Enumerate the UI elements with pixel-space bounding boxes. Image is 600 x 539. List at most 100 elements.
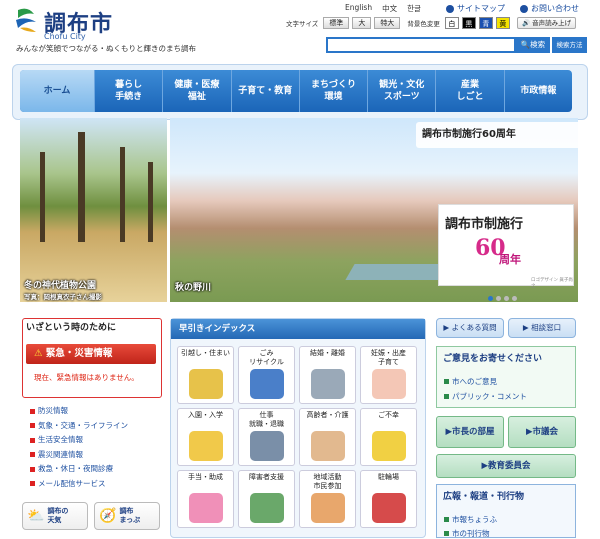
anniversary-title: 調布市制施行 [445,217,524,232]
search-input[interactable] [326,37,516,53]
community-activity-icon [310,493,345,523]
employment-icon [249,431,284,461]
link-earthquake[interactable]: 震災関連情報 [30,448,128,463]
anniversary-banner: 調布市制施行60周年 [416,122,578,148]
contact-icon [520,4,528,13]
garbage-recycling-icon [249,369,284,399]
link-city-newsletter[interactable]: 市報ちょうふ [444,514,497,525]
index-pregnancy-childcare[interactable]: 妊娠・出産 子育て [360,346,417,404]
anniversary-logo[interactable]: 調布市制施行 60 周年 ロゴデザイン 眞子尚之 [438,204,574,289]
chevron-icon: ▶ [443,323,450,332]
link-weather-traffic[interactable]: 気象・交通・ライフライン [30,419,128,434]
lang-chinese[interactable]: 中文 [382,3,397,14]
index-moving-housing[interactable]: 引越し・住まい [177,346,234,404]
index-elderly-care[interactable]: 高齢者・介護 [299,408,356,466]
font-size-standard[interactable]: 標準 [323,17,350,29]
bg-blue-button[interactable]: 青 [478,17,493,29]
link-opinion[interactable]: 市へのご意見 [444,376,497,387]
sitemap-link[interactable]: サイトマップ [446,3,505,14]
city-map-button[interactable]: 🧭 調布 まっぷ [94,502,160,530]
slide-dot[interactable] [512,296,517,301]
bg-black-button[interactable]: 黒 [461,17,476,29]
font-size-label: 文字サイズ [286,20,319,28]
nav-life[interactable]: 暮らし 手続き [94,70,162,112]
lang-english[interactable]: English [345,3,372,14]
index-school-entry[interactable]: 入園・入学 [177,408,234,466]
index-label: 高齢者・介護 [306,411,349,419]
index-label: 妊娠・出産 子育て [371,349,406,366]
index-label: 仕事 就職・退職 [249,411,284,428]
bg-yellow-button[interactable]: 黄 [495,17,510,29]
consultation-button[interactable]: ▶ 相談窓口 [508,318,576,338]
disability-support-icon [249,493,284,523]
index-disability-support[interactable]: 障害者支援 [238,470,295,528]
index-employment[interactable]: 仕事 就職・退職 [238,408,295,466]
education-board-button[interactable]: ▶教育委員会 [436,454,576,478]
site-subtitle: Chofu City [44,32,86,41]
photo-credit-1: 写真：岡根真衣子さん撮影 [24,293,102,301]
slide-dots [488,296,517,301]
school-entry-icon [188,431,223,461]
font-size-large[interactable]: 大 [352,17,372,29]
assembly-button[interactable]: ▶市議会 [508,416,576,448]
link-public-comment[interactable]: パブリック・コメント [444,391,527,402]
faq-button[interactable]: ▶ よくある質問 [436,318,504,338]
index-garbage-recycling[interactable]: ごみ リサイクル [238,346,295,404]
language-links: English 中文 한글 [345,3,421,14]
index-label: 引越し・住まい [181,349,230,357]
search-method-button[interactable]: 検索方法 [551,37,587,53]
index-bicycle-parking[interactable]: 駐輪場 [360,470,417,528]
voice-readout-button[interactable]: 🔊 音声読み上げ [517,17,577,29]
nav-home[interactable]: ホーム [20,70,94,112]
nav-city-info[interactable]: 市政情報 [503,70,572,112]
emergency-links: 防災情報 気象・交通・ライフライン 生活安全情報 震災関連情報 救急・休日・夜間… [30,404,128,491]
link-disaster-prevention[interactable]: 防災情報 [30,404,128,419]
photo-caption-1: 冬の神代植物公園 [24,281,97,291]
font-size-xlarge[interactable]: 特大 [374,17,401,29]
bg-white-button[interactable]: 白 [444,17,459,29]
nav-town[interactable]: まちづくり 環境 [298,70,367,112]
index-bereavement[interactable]: ご不幸 [360,408,417,466]
global-nav: ホーム 暮らし 手続き 健康・医療 福祉 子育て・教育 まちづくり 環境 観光・… [20,70,572,112]
nav-health[interactable]: 健康・医療 福祉 [162,70,230,112]
allowances-icon [188,493,223,523]
index-marriage-divorce[interactable]: 結婚・離婚 [299,346,356,404]
emergency-header[interactable]: ⚠ 緊急・災害情報 [26,344,156,364]
index-allowances[interactable]: 手当・助成 [177,470,234,528]
chevron-icon: ▶ [522,323,529,332]
sun-cloud-icon: ⛅ [27,507,45,524]
nav-industry[interactable]: 産業 しごと [435,70,503,112]
elderly-care-icon [310,431,345,461]
bereavement-icon [371,431,406,461]
weather-button[interactable]: ⛅ 調布の 天気 [22,502,88,530]
sitemap-icon [446,4,454,13]
emergency-title: いざという時のために [26,323,117,333]
emergency-status: 現在、緊急情報はありません。 [34,373,139,382]
index-label: 入園・入学 [188,411,223,419]
link-safety[interactable]: 生活安全情報 [30,433,128,448]
pr-title: 広報・報道・刊行物 [443,492,525,502]
index-label: ご不幸 [378,411,399,419]
mayor-button[interactable]: ▶市長の部屋 [436,416,504,448]
slide-dot[interactable] [504,296,509,301]
slogan: みんなが笑顔でつながる・ぬくもりと輝きのまち調布 [16,44,196,53]
index-label: 障害者支援 [249,473,284,481]
display-controls: 文字サイズ 標準 大 特大 背景色変更 白 黒 青 黄 [286,17,510,29]
slide-dot[interactable] [496,296,501,301]
city-logo-icon[interactable] [14,6,40,34]
link-emergency-care[interactable]: 救急・休日・夜間診療 [30,462,128,477]
link-publications[interactable]: 市の刊行物 [444,528,490,539]
moving-housing-icon [188,369,223,399]
lang-korean[interactable]: 한글 [407,3,421,14]
index-label: 地域活動 市民参加 [313,473,342,490]
nav-tourism[interactable]: 観光・文化 スポーツ [367,70,435,112]
pregnancy-childcare-icon [371,369,406,399]
nav-childcare[interactable]: 子育て・教育 [230,70,299,112]
slide-dot[interactable] [488,296,493,301]
speaker-icon: 🔊 [522,19,531,27]
search-button[interactable]: 🔍検索 [516,37,550,53]
link-mail-service[interactable]: メール配信サービス [30,477,128,492]
bg-color-label: 背景色変更 [407,20,440,28]
index-community-activity[interactable]: 地域活動 市民参加 [299,470,356,528]
contact-link[interactable]: お問い合わせ [520,3,579,14]
